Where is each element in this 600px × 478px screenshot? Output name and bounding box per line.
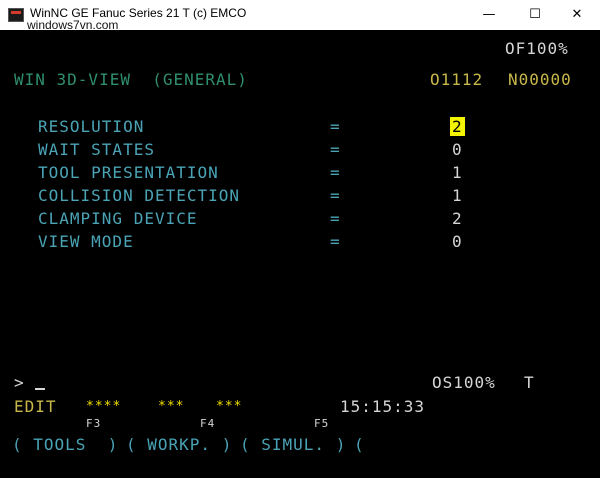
- clock-time: 15:15:33: [340, 397, 426, 416]
- close-button[interactable]: ✕: [554, 0, 600, 30]
- softkey-label-f5: F5: [314, 417, 330, 430]
- status-stars-2: ***: [158, 399, 185, 414]
- softkey-tools[interactable]: ( TOOLS ): [12, 436, 118, 454]
- input-prompt[interactable]: >: [14, 373, 46, 392]
- app-icon: [8, 8, 24, 22]
- setting-equals: =: [330, 140, 341, 159]
- setting-value-view-mode[interactable]: 0: [452, 233, 463, 251]
- setting-label-resolution: RESOLUTION: [38, 117, 145, 136]
- setting-label-view-mode: VIEW MODE: [38, 232, 134, 251]
- operating-mode: EDIT: [14, 397, 57, 416]
- setting-equals: =: [330, 186, 341, 205]
- setting-value-collision-detection[interactable]: 1: [452, 187, 463, 205]
- machine-type-letter: T: [524, 373, 535, 392]
- softkey-simulation[interactable]: ( SIMUL. ): [240, 436, 346, 454]
- maximize-button[interactable]: ☐: [512, 0, 558, 30]
- softkey-workpiece[interactable]: ( WORKP. ): [126, 436, 232, 454]
- setting-label-collision-detection: COLLISION DETECTION: [38, 186, 241, 205]
- setting-value-tool-presentation[interactable]: 1: [452, 164, 463, 182]
- screen-title: WIN 3D-VIEW (GENERAL): [14, 70, 248, 89]
- setting-equals: =: [330, 232, 341, 251]
- selected-value[interactable]: 2: [450, 117, 465, 136]
- setting-label-clamping-device: CLAMPING DEVICE: [38, 209, 198, 228]
- title-bar[interactable]: WinNC GE Fanuc Series 21 T (c) EMCO wind…: [0, 0, 600, 32]
- prompt-symbol: >: [14, 373, 25, 392]
- softkey-extra[interactable]: (: [354, 436, 365, 454]
- sequence-number: N00000: [508, 70, 572, 89]
- setting-value-resolution[interactable]: 2: [450, 117, 465, 136]
- override-spindle: OS100%: [432, 373, 496, 392]
- setting-equals: =: [330, 163, 341, 182]
- cnc-screen: OF100% WIN 3D-VIEW (GENERAL) O1112 N0000…: [0, 30, 600, 478]
- program-number: O1112: [430, 70, 484, 89]
- override-feed: OF100%: [505, 39, 569, 58]
- status-stars-1: ****: [86, 399, 122, 414]
- setting-equals: =: [330, 209, 341, 228]
- status-stars-3: ***: [216, 399, 243, 414]
- setting-value-wait-states[interactable]: 0: [452, 141, 463, 159]
- setting-value-clamping-device[interactable]: 2: [452, 210, 463, 228]
- softkey-label-f4: F4: [200, 417, 216, 430]
- minimize-button[interactable]: —: [466, 0, 512, 30]
- setting-label-tool-presentation: TOOL PRESENTATION: [38, 163, 219, 182]
- setting-label-wait-states: WAIT STATES: [38, 140, 155, 159]
- softkey-label-f3: F3: [86, 417, 102, 430]
- setting-equals: =: [330, 117, 341, 136]
- input-cursor[interactable]: [35, 374, 46, 390]
- app-window: WinNC GE Fanuc Series 21 T (c) EMCO wind…: [0, 0, 600, 478]
